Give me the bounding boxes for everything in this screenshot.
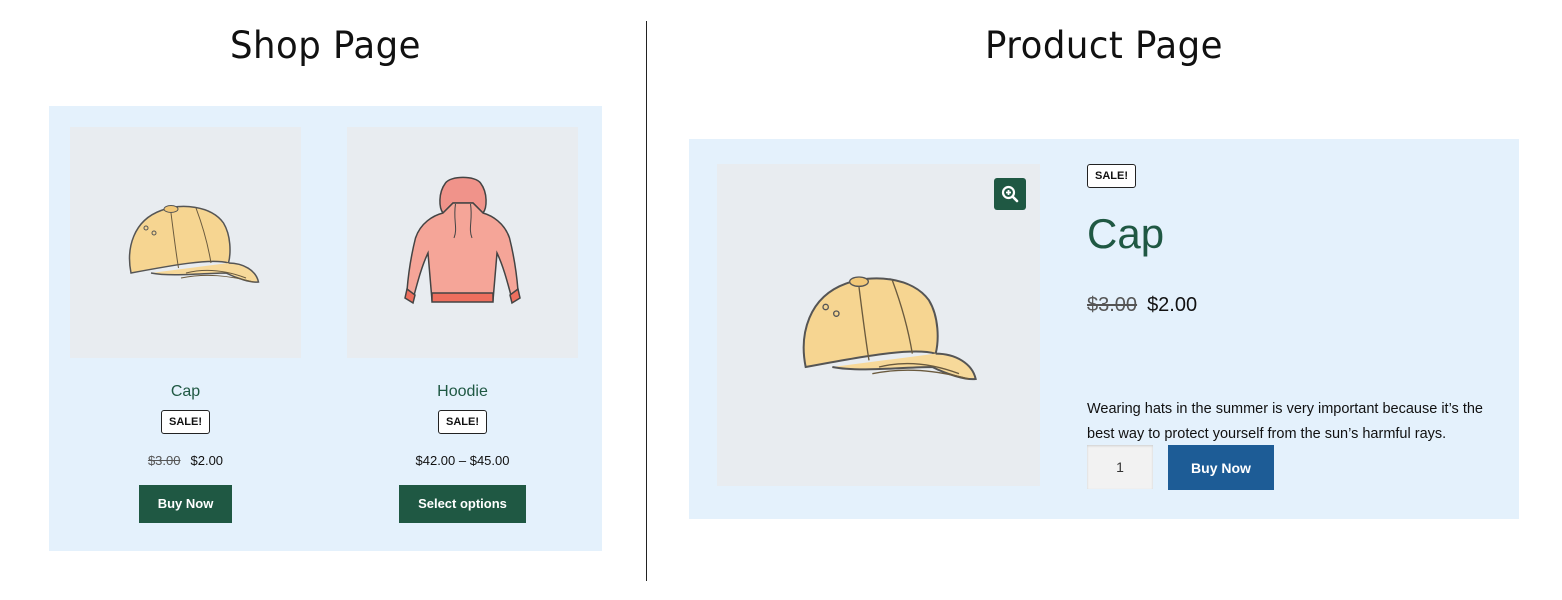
zoom-in-icon [1001, 185, 1019, 203]
product-price: $3.00 $2.00 [1087, 294, 1197, 317]
shop-page-heading: Shop Page [230, 24, 421, 67]
product-card-cap: Cap SALE! $3.00 $2.00 Buy Now [70, 127, 301, 523]
product-page-heading: Product Page [985, 24, 1223, 67]
cap-icon [128, 204, 259, 283]
quantity-input[interactable] [1087, 445, 1153, 489]
regular-price: $3.00 [147, 453, 181, 468]
sale-badge: SALE! [161, 410, 210, 434]
buy-now-button[interactable]: Buy Now [1168, 445, 1274, 490]
regular-price: $3.00 [1087, 294, 1138, 316]
product-price-cap: $3.00 $2.00 [70, 453, 301, 468]
cap-icon [802, 276, 977, 381]
shop-product-grid: Cap SALE! $3.00 $2.00 Buy Now Hoodie SALE… [49, 106, 602, 551]
zoom-button[interactable] [994, 178, 1026, 210]
sale-price: $2.00 [190, 453, 224, 468]
product-description: Wearing hats in the summer is very impor… [1087, 400, 1483, 442]
product-card-hoodie: Hoodie SALE! $42.00 – $45.00 Select opti… [347, 127, 578, 523]
select-options-button-hoodie[interactable]: Select options [399, 485, 526, 523]
hoodie-icon [403, 176, 521, 304]
sale-price: $2.00 [1147, 294, 1198, 316]
sale-badge: SALE! [438, 410, 487, 434]
product-price-hoodie: $42.00 – $45.00 [415, 453, 510, 468]
product-gallery[interactable] [717, 164, 1040, 486]
sale-badge: SALE! [1087, 164, 1136, 188]
buy-now-button-cap[interactable]: Buy Now [138, 485, 233, 523]
product-title-cap[interactable]: Cap [70, 383, 301, 401]
product-title-hoodie[interactable]: Hoodie [347, 383, 578, 401]
vertical-divider [646, 21, 647, 581]
cap-image[interactable] [70, 127, 301, 358]
product-detail: SALE! Cap $3.00 $2.00 Wearing hats in the… [689, 139, 1519, 519]
product-title: Cap [1087, 210, 1165, 257]
hoodie-image[interactable] [347, 127, 578, 358]
